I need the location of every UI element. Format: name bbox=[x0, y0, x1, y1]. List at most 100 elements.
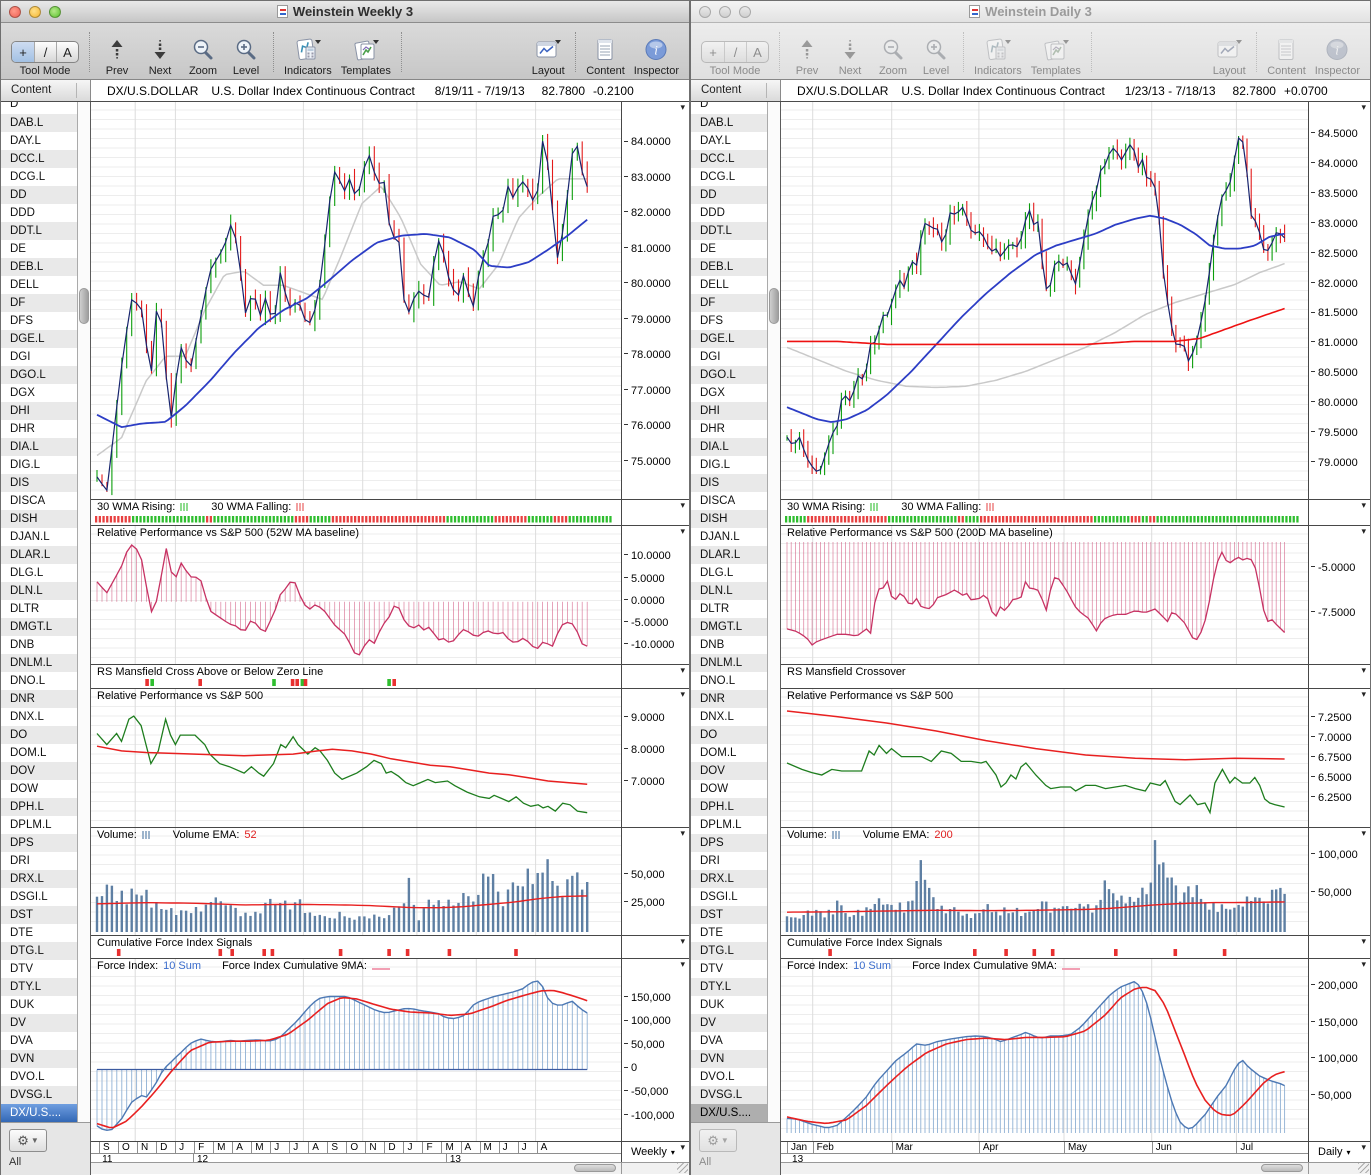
toolbar-tool-mode-button[interactable]: + / A Tool Mode bbox=[11, 27, 79, 77]
sidebar-ticker-item[interactable]: DHR bbox=[1, 420, 78, 438]
wma-strip-plot[interactable]: 30 WMA Rising: 30 WMA Falling: bbox=[91, 500, 621, 525]
sidebar-ticker-item[interactable]: DPH.L bbox=[691, 798, 768, 816]
tool-mode-pointer[interactable]: + bbox=[702, 42, 724, 62]
sidebar-ticker-item[interactable]: DVO.L bbox=[1, 1068, 78, 1086]
sidebar-ticker-item[interactable]: DD bbox=[691, 186, 768, 204]
panel-collapse-icon[interactable]: ▾ bbox=[1361, 666, 1366, 675]
sidebar-ticker-item[interactable]: DJAN.L bbox=[691, 528, 768, 546]
sidebar-ticker-item[interactable]: DST bbox=[1, 906, 78, 924]
sidebar-ticker-item[interactable]: DLTR bbox=[1, 600, 78, 618]
sidebar-ticker-item[interactable]: DVA bbox=[691, 1032, 768, 1050]
tool-mode-segmented-control[interactable]: + / A bbox=[11, 41, 79, 63]
sidebar-ticker-item[interactable]: DTV bbox=[691, 960, 768, 978]
hscroll-thumb[interactable] bbox=[1261, 1164, 1303, 1172]
rs-mansfield-plot[interactable]: RS Mansfield Cross Above or Below Zero L… bbox=[91, 665, 621, 688]
sidebar-ticker-item[interactable]: DRX.L bbox=[1, 870, 78, 888]
toolbar-content-button[interactable]: Content bbox=[586, 27, 625, 77]
toolbar-inspector-button[interactable]: i Inspector bbox=[634, 27, 679, 77]
sidebar-ticker-item[interactable]: DAY.L bbox=[691, 132, 768, 150]
toolbar-templates-button[interactable]: Templates bbox=[341, 27, 391, 77]
action-gear-button[interactable]: ⚙ ▼ bbox=[699, 1129, 737, 1152]
sidebar-ticker-item[interactable]: DEB.L bbox=[1, 258, 78, 276]
sidebar-ticker-item[interactable]: DPLM.L bbox=[691, 816, 768, 834]
tool-mode-text[interactable]: A bbox=[746, 42, 768, 62]
tool-mode-text[interactable]: A bbox=[56, 42, 78, 62]
sidebar-ticker-item[interactable]: DFS bbox=[1, 312, 78, 330]
tool-mode-segmented-control[interactable]: + / A bbox=[701, 41, 769, 63]
tool-mode-pointer[interactable]: + bbox=[12, 42, 34, 62]
panel-collapse-icon[interactable]: ▾ bbox=[680, 666, 685, 675]
sidebar-ticker-item[interactable]: DUK bbox=[1, 996, 78, 1014]
panel-collapse-icon[interactable]: ▾ bbox=[1361, 690, 1366, 699]
hscroll-thumb[interactable] bbox=[574, 1164, 616, 1172]
sidebar-ticker-item[interactable]: DTG.L bbox=[691, 942, 768, 960]
toolbar-zoom-button[interactable]: Zoom bbox=[876, 27, 910, 77]
periodicity-selector[interactable]: Daily ▾ bbox=[1318, 1146, 1350, 1158]
sidebar-ticker-item[interactable]: DLAR.L bbox=[1, 546, 78, 564]
sidebar-ticker-item[interactable]: DPH.L bbox=[1, 798, 78, 816]
sidebar-ticker-item[interactable]: DCG.L bbox=[691, 168, 768, 186]
panel-collapse-icon[interactable]: ▾ bbox=[1361, 937, 1366, 946]
toolbar-indicators-button[interactable]: Indicators bbox=[284, 27, 332, 77]
toolbar-zoom-button[interactable]: Zoom bbox=[186, 27, 220, 77]
time-axis-plot[interactable]: S O N D J F M A M J J A S O N D J F M A M J J A 11 12 13 bbox=[91, 1142, 621, 1164]
sidebar-ticker-item[interactable]: DOV bbox=[1, 762, 78, 780]
sidebar-ticker-item[interactable]: DV bbox=[1, 1014, 78, 1032]
sidebar-ticker-item[interactable]: DUK bbox=[691, 996, 768, 1014]
price-canvas[interactable] bbox=[781, 102, 1308, 499]
toolbar-tool-mode-button[interactable]: + / A Tool Mode bbox=[701, 27, 769, 77]
sidebar-ticker-item[interactable]: DST bbox=[691, 906, 768, 924]
rel-perf-52w-canvas[interactable] bbox=[91, 526, 621, 664]
sidebar-ticker-item[interactable]: DHI bbox=[1, 402, 78, 420]
panel-collapse-icon[interactable]: ▾ bbox=[1361, 501, 1366, 510]
sidebar-ticker-item[interactable]: DELL bbox=[691, 276, 768, 294]
sidebar-scrollbar[interactable] bbox=[767, 102, 780, 1122]
panel-collapse-icon[interactable]: ▾ bbox=[680, 690, 685, 699]
sidebar-ticker-item[interactable]: DIA.L bbox=[1, 438, 78, 456]
panel-collapse-icon[interactable]: ▾ bbox=[1361, 829, 1366, 838]
force-index-plot[interactable]: Force Index: 10 Sum Force Index Cumulative… bbox=[781, 959, 1308, 1141]
sidebar-ticker-item[interactable]: DMGT.L bbox=[1, 618, 78, 636]
price-plot[interactable] bbox=[781, 102, 1308, 499]
sidebar-ticker-item[interactable]: DLTR bbox=[691, 600, 768, 618]
resize-grip[interactable] bbox=[677, 1163, 688, 1173]
sidebar-ticker-item[interactable]: DTV bbox=[1, 960, 78, 978]
panel-collapse-icon[interactable]: ▾ bbox=[680, 960, 685, 969]
sidebar-ticker-item[interactable]: DCG.L bbox=[1, 168, 78, 186]
sidebar-ticker-item[interactable]: D bbox=[1, 102, 78, 114]
resize-grip[interactable] bbox=[1358, 1163, 1369, 1173]
sidebar-ticker-item[interactable]: DIA.L bbox=[691, 438, 768, 456]
sidebar-ticker-item[interactable]: DLN.L bbox=[1, 582, 78, 600]
sidebar-ticker-item[interactable]: DVN bbox=[1, 1050, 78, 1068]
sidebar-ticker-item[interactable]: DTE bbox=[1, 924, 78, 942]
tool-mode-line[interactable]: / bbox=[34, 42, 56, 62]
sidebar-ticker-item[interactable]: DNR bbox=[1, 690, 78, 708]
sidebar-ticker-item[interactable]: DX/U.S.... bbox=[1, 1104, 78, 1122]
sidebar-ticker-item[interactable]: DF bbox=[691, 294, 768, 312]
sidebar-ticker-item[interactable]: DLAR.L bbox=[691, 546, 768, 564]
volume-plot[interactable]: Volume: Volume EMA: 52 bbox=[91, 828, 621, 935]
toolbar-level-button[interactable]: Level bbox=[919, 27, 953, 77]
sidebar-ticker-item[interactable]: DISH bbox=[691, 510, 768, 528]
panel-collapse-icon[interactable]: ▾ bbox=[680, 501, 685, 510]
panel-collapse-icon[interactable]: ▾ bbox=[1361, 103, 1366, 112]
sidebar-ticker-item[interactable]: DEB.L bbox=[691, 258, 768, 276]
sidebar-ticker-item[interactable]: DVN bbox=[691, 1050, 768, 1068]
sidebar-scrollbar[interactable] bbox=[77, 102, 90, 1122]
sidebar-ticker-item[interactable]: DNB bbox=[1, 636, 78, 654]
sidebar-ticker-item[interactable]: DLG.L bbox=[691, 564, 768, 582]
sidebar-ticker-item[interactable]: DGX bbox=[691, 384, 768, 402]
cfi-signals-plot[interactable]: Cumulative Force Index Signals bbox=[781, 936, 1308, 958]
sidebar-ticker-item[interactable]: DGE.L bbox=[691, 330, 768, 348]
sidebar-ticker-item[interactable]: DDT.L bbox=[1, 222, 78, 240]
sidebar-ticker-item[interactable]: DAY.L bbox=[1, 132, 78, 150]
force-index-plot[interactable]: Force Index: 10 Sum Force Index Cumulative… bbox=[91, 959, 621, 1141]
sidebar-ticker-item[interactable]: DD bbox=[1, 186, 78, 204]
volume-canvas[interactable] bbox=[781, 828, 1308, 935]
toolbar-content-button[interactable]: Content bbox=[1267, 27, 1306, 77]
sidebar-ticker-item[interactable]: DOM.L bbox=[691, 744, 768, 762]
sidebar-ticker-item[interactable]: DIG.L bbox=[1, 456, 78, 474]
sidebar-ticker-item[interactable]: DFS bbox=[691, 312, 768, 330]
sidebar-ticker-item[interactable]: DOW bbox=[691, 780, 768, 798]
title-bar[interactable]: Weinstein Weekly 3 bbox=[1, 1, 689, 23]
